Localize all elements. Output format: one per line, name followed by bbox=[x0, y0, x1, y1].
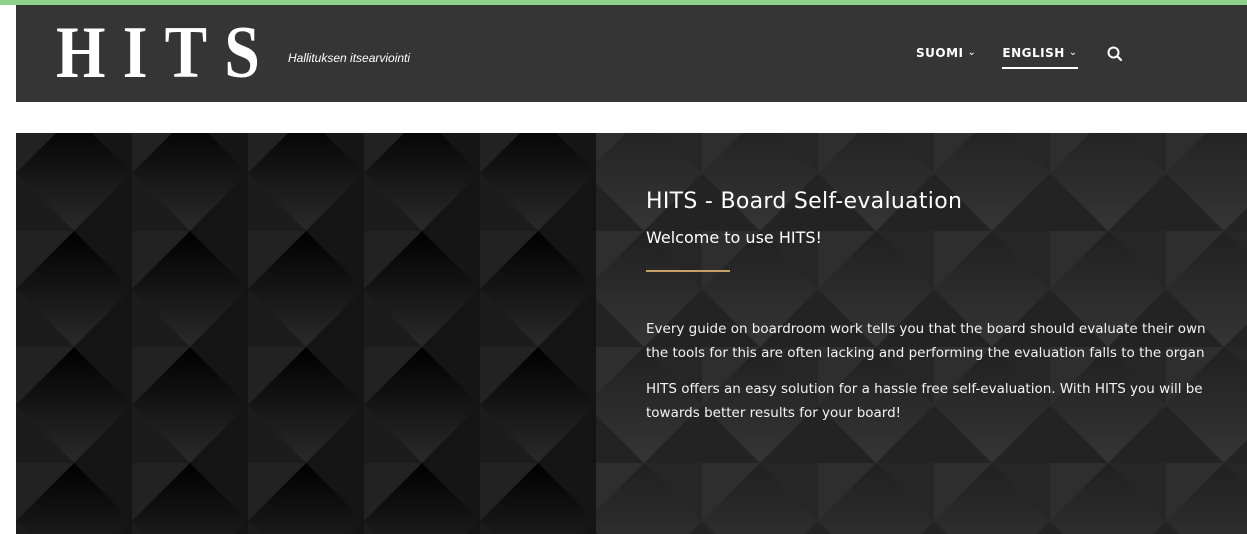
chevron-down-icon: ⌄ bbox=[1068, 47, 1078, 58]
hero-banner: HITS - Board Self-evaluation Welcome to … bbox=[16, 133, 1247, 534]
title-divider bbox=[646, 270, 730, 272]
intro-paragraph-1-line-1: Every guide on boardroom work tells you … bbox=[646, 321, 1206, 337]
hero-subtitle: Welcome to use HITS! bbox=[646, 228, 822, 247]
intro-paragraph-1: Every guide on boardroom work tells you … bbox=[646, 317, 1246, 365]
hero-content: HITS - Board Self-evaluation Welcome to … bbox=[646, 189, 1246, 425]
chevron-down-icon: ⌄ bbox=[967, 47, 977, 58]
site-header: HITS Hallituksen itsearviointi SUOMI ⌄ E… bbox=[16, 5, 1247, 102]
site-logo[interactable]: HITS Hallituksen itsearviointi bbox=[56, 12, 411, 94]
hero-title: HITS - Board Self-evaluation bbox=[646, 189, 963, 214]
nav-label-english: ENGLISH bbox=[1002, 45, 1065, 60]
logo-tagline: Hallituksen itsearviointi bbox=[288, 51, 411, 65]
intro-paragraph-2-line-2: towards better results for your board! bbox=[646, 405, 902, 421]
nav-item-suomi[interactable]: SUOMI ⌄ bbox=[916, 46, 976, 62]
language-nav: SUOMI ⌄ ENGLISH ⌄ bbox=[916, 5, 1124, 102]
intro-paragraph-1-line-2: the tools for this are often lacking and… bbox=[646, 345, 1205, 361]
logo-mark: HITS bbox=[56, 12, 277, 94]
intro-paragraph-2-line-1: HITS offers an easy solution for a hassl… bbox=[646, 381, 1203, 397]
nav-item-english[interactable]: ENGLISH ⌄ bbox=[1002, 45, 1078, 69]
search-icon[interactable] bbox=[1106, 45, 1124, 63]
intro-paragraph-2: HITS offers an easy solution for a hassl… bbox=[646, 377, 1246, 425]
hero-pattern-left bbox=[16, 133, 596, 534]
nav-label-suomi: SUOMI bbox=[916, 45, 964, 60]
